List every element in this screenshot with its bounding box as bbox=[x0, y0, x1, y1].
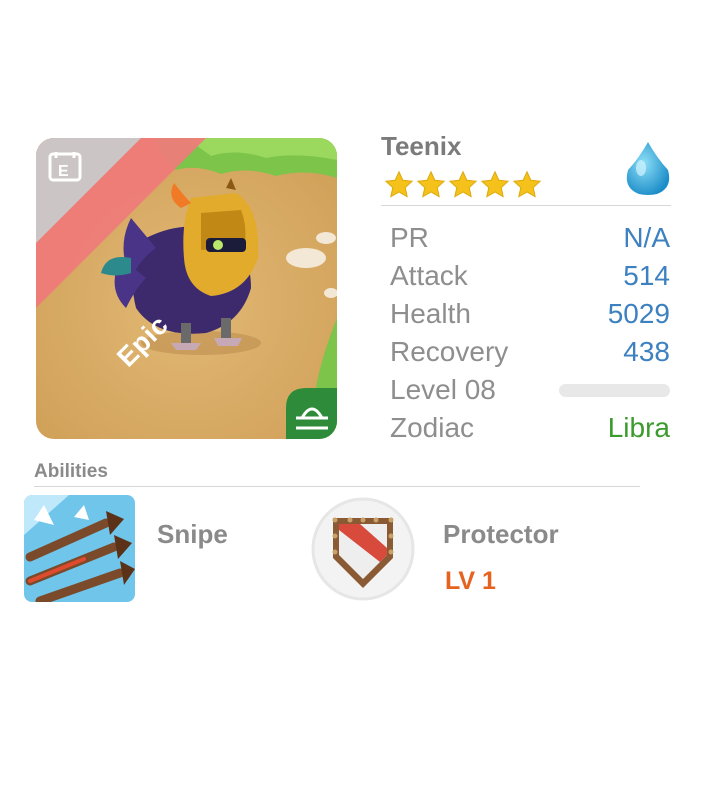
hero-artwork: E bbox=[36, 138, 337, 439]
stat-row-health: Health 5029 bbox=[390, 295, 670, 333]
ability-level: LV 1 bbox=[445, 567, 496, 595]
star-icon bbox=[384, 170, 414, 198]
hero-portrait[interactable]: E Epic bbox=[36, 138, 337, 439]
stat-value: 438 bbox=[623, 336, 670, 367]
water-drop-icon bbox=[626, 142, 670, 195]
star-rating bbox=[384, 170, 542, 200]
stat-label: Health bbox=[390, 298, 471, 329]
star-icon bbox=[416, 170, 446, 198]
hero-name: Teenix bbox=[381, 131, 462, 161]
zodiac-value: Libra bbox=[607, 412, 670, 443]
star-icon bbox=[480, 170, 510, 198]
stat-label: Zodiac bbox=[390, 412, 475, 443]
stats-divider bbox=[381, 205, 671, 206]
shield-icon[interactable] bbox=[310, 496, 416, 602]
abilities-divider bbox=[34, 486, 640, 487]
stat-label: Recovery bbox=[390, 336, 509, 367]
stat-row-attack: Attack 514 bbox=[390, 257, 670, 295]
level-progress-bar bbox=[559, 383, 670, 397]
stat-value: 5029 bbox=[607, 298, 670, 329]
stat-row-level: Level 08 bbox=[390, 371, 670, 409]
arrows-icon[interactable] bbox=[24, 495, 135, 602]
stat-row-pr: PR N/A bbox=[390, 219, 670, 257]
svg-text:E: E bbox=[58, 163, 69, 180]
libra-icon bbox=[286, 388, 337, 439]
stat-value: 514 bbox=[623, 260, 670, 291]
star-icon bbox=[448, 170, 478, 198]
abilities-heading: Abilities bbox=[34, 461, 108, 482]
ability-name: Protector bbox=[443, 519, 559, 549]
stat-label: PR bbox=[390, 222, 429, 253]
stat-row-recovery: Recovery 438 bbox=[390, 333, 670, 371]
stat-label: Attack bbox=[390, 260, 468, 291]
stat-row-zodiac: Zodiac Libra bbox=[390, 409, 670, 447]
ability-name: Snipe bbox=[157, 519, 228, 549]
star-icon bbox=[512, 170, 542, 198]
level-label: Level 08 bbox=[390, 374, 496, 405]
stat-value: N/A bbox=[623, 222, 670, 253]
